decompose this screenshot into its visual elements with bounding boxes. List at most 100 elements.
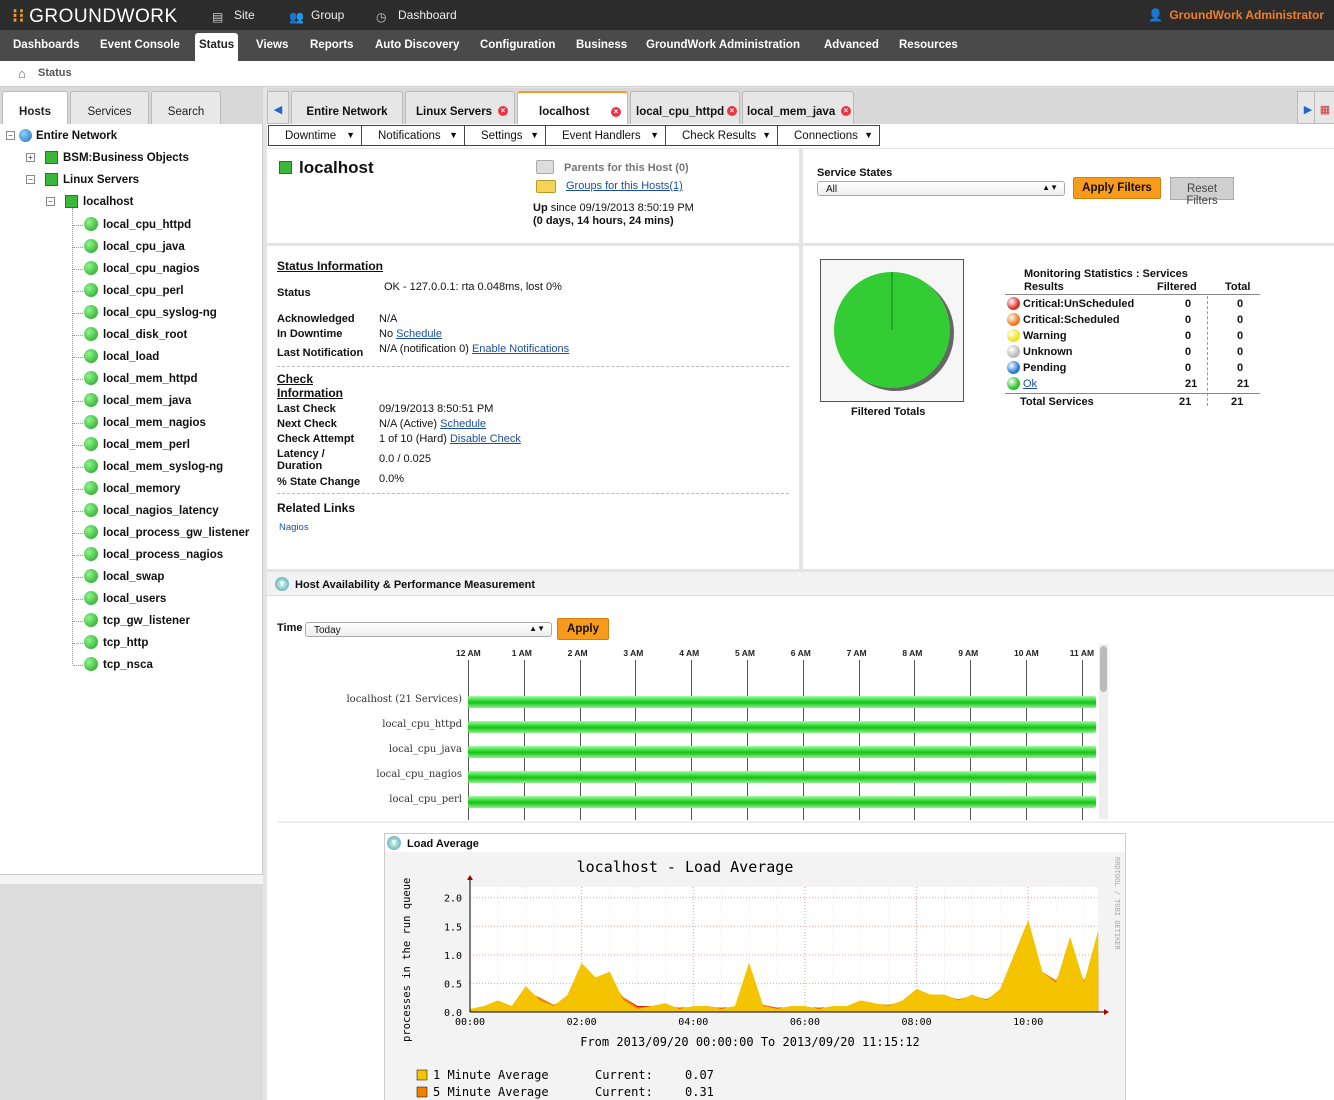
- tree-node-localhost[interactable]: − localhost: [46, 195, 133, 211]
- scroll-thumb[interactable]: [1100, 646, 1107, 692]
- tree-connector: [73, 577, 83, 578]
- tree-node-service[interactable]: local_mem_syslog-ng: [84, 459, 223, 475]
- tree-node-bsm[interactable]: + BSM:Business Objects: [26, 151, 189, 167]
- close-icon[interactable]: ×: [727, 106, 737, 116]
- notifications-dropdown[interactable]: Notifications ▼: [361, 125, 465, 146]
- settings-dropdown[interactable]: Settings ▼: [464, 125, 546, 146]
- tab-services[interactable]: Services: [70, 91, 149, 124]
- tree-node-service[interactable]: local_mem_java: [84, 393, 191, 409]
- user-menu[interactable]: 👤 GroundWork Administrator: [1148, 8, 1324, 22]
- col-filtered: Filtered: [1157, 281, 1197, 293]
- availability-bar[interactable]: [468, 796, 1096, 808]
- tab-entire-network[interactable]: Entire Network: [291, 91, 403, 124]
- tree-node-service[interactable]: local_cpu_java: [84, 239, 185, 255]
- latency-value: 0.0 / 0.025: [379, 453, 431, 465]
- tree-node-service[interactable]: tcp_http: [84, 635, 148, 651]
- timeline-scrollbar[interactable]: [1099, 644, 1108, 819]
- menu-views[interactable]: Views: [256, 39, 288, 51]
- availability-bar[interactable]: [468, 771, 1096, 783]
- check-results-dropdown[interactable]: Check Results ▼: [665, 125, 778, 146]
- caret-down-icon: ▼: [864, 130, 873, 140]
- availability-bar[interactable]: [468, 746, 1096, 758]
- menu-resources[interactable]: Resources: [899, 39, 958, 51]
- collapse-icon[interactable]: −: [6, 131, 15, 140]
- menu-business[interactable]: Business: [576, 39, 627, 51]
- availability-bar[interactable]: [468, 721, 1096, 733]
- collapse-icon[interactable]: −: [26, 175, 35, 184]
- stat-label[interactable]: Ok: [1023, 378, 1037, 390]
- menu-dashboards[interactable]: Dashboards: [13, 39, 79, 51]
- tree-node-service[interactable]: local_cpu_syslog-ng: [84, 305, 217, 321]
- tab-local-cpu-httpd[interactable]: local_cpu_httpd ×: [630, 91, 740, 124]
- tree-node-service[interactable]: local_cpu_perl: [84, 283, 184, 299]
- tree-node-service[interactable]: tcp_gw_listener: [84, 613, 190, 629]
- enable-notifications-link[interactable]: Enable Notifications: [472, 343, 569, 355]
- tabs-prev-arrow[interactable]: ◀: [267, 91, 289, 124]
- tree-node-service[interactable]: local_disk_root: [84, 327, 187, 343]
- menu-configuration[interactable]: Configuration: [480, 39, 555, 51]
- menu-groundwork-administration[interactable]: GroundWork Administration: [646, 39, 800, 51]
- groundwork-logo[interactable]: ⁝⁝ GROUNDWORK: [12, 5, 178, 28]
- top-bar: ⁝⁝ GROUNDWORK ▤ Site 👥 Group ◷ Dashboard 👤 Gr…: [0, 0, 1334, 30]
- group-nav[interactable]: 👥 Group: [289, 8, 344, 24]
- x-tick-label: 04:00: [678, 1017, 708, 1028]
- groups-link[interactable]: Groups for this Hosts(1): [566, 180, 683, 192]
- tree-label: tcp_nsca: [103, 659, 153, 671]
- connections-dropdown[interactable]: Connections ▼: [777, 125, 880, 146]
- tab-search[interactable]: Search: [151, 91, 221, 124]
- tree-node-service[interactable]: local_users: [84, 591, 166, 607]
- tree-label: tcp_http: [103, 637, 149, 649]
- tab-linux-servers[interactable]: Linux Servers ×: [405, 91, 515, 124]
- tree-node-service[interactable]: local_cpu_nagios: [84, 261, 200, 277]
- disable-check-link[interactable]: Disable Check: [450, 433, 521, 445]
- site-nav[interactable]: ▤ Site: [212, 8, 255, 24]
- nagios-link[interactable]: Nagios: [279, 522, 309, 533]
- availability-bar[interactable]: [468, 696, 1096, 708]
- tree-node-service[interactable]: local_mem_httpd: [84, 371, 198, 387]
- tree-node-service[interactable]: local_process_nagios: [84, 547, 223, 563]
- tree-node-service[interactable]: local_memory: [84, 481, 180, 497]
- close-icon[interactable]: ×: [498, 106, 508, 116]
- close-icon[interactable]: ×: [841, 106, 851, 116]
- tree-node-service[interactable]: local_mem_perl: [84, 437, 190, 453]
- tab-list-icon[interactable]: ▦: [1314, 91, 1334, 124]
- tree-node-service[interactable]: tcp_nsca: [84, 657, 153, 673]
- tab-local-mem-java[interactable]: local_mem_java ×: [742, 91, 854, 124]
- schedule-downtime-link[interactable]: Schedule: [396, 328, 442, 340]
- collapse-icon[interactable]: ▼: [387, 836, 401, 850]
- tree-node-service[interactable]: local_process_gw_listener: [84, 525, 249, 541]
- service-states-select[interactable]: All ▲▼: [817, 181, 1065, 196]
- tree-node-service[interactable]: local_cpu_httpd: [84, 217, 191, 233]
- collapse-icon[interactable]: ▼: [275, 577, 289, 591]
- menu-reports[interactable]: Reports: [310, 39, 353, 51]
- tab-hosts[interactable]: Hosts: [2, 91, 68, 124]
- tree-node-service[interactable]: local_nagios_latency: [84, 503, 219, 519]
- tree-connector: [73, 599, 83, 600]
- tab-localhost[interactable]: localhost ×: [517, 91, 628, 124]
- tree-label: tcp_gw_listener: [103, 615, 190, 627]
- close-icon[interactable]: ×: [611, 107, 621, 117]
- event-handlers-dropdown[interactable]: Event Handlers ▼: [545, 125, 666, 146]
- host-tree: − Entire Network + BSM:Business Objects − L…: [0, 124, 263, 874]
- tree-node-service[interactable]: local_swap: [84, 569, 164, 585]
- menu-status[interactable]: Status: [195, 33, 239, 61]
- schedule-check-link[interactable]: Schedule: [440, 418, 486, 430]
- hour-label: 5 AM: [735, 648, 755, 658]
- reset-filters-button[interactable]: Reset Filters: [1170, 177, 1234, 207]
- menu-advanced[interactable]: Advanced: [824, 39, 879, 51]
- tree-node-service[interactable]: local_load: [84, 349, 159, 365]
- menu-event-console[interactable]: Event Console: [100, 39, 180, 51]
- downtime-dropdown[interactable]: Downtime ▼: [268, 125, 362, 146]
- expand-icon[interactable]: +: [26, 153, 35, 162]
- tree-node-entire-network[interactable]: − Entire Network: [6, 129, 117, 145]
- home-icon[interactable]: ⌂: [18, 66, 26, 81]
- apply-time-button[interactable]: Apply: [557, 618, 609, 640]
- dashboard-nav[interactable]: ◷ Dashboard: [376, 8, 457, 24]
- apply-filters-button[interactable]: Apply Filters: [1073, 177, 1161, 199]
- collapse-icon[interactable]: −: [46, 197, 55, 206]
- menu-auto-discovery[interactable]: Auto Discovery: [375, 39, 459, 51]
- in-downtime-label: In Downtime: [277, 328, 343, 340]
- tree-node-service[interactable]: local_mem_nagios: [84, 415, 206, 431]
- tree-node-linux-servers[interactable]: − Linux Servers: [26, 173, 139, 189]
- time-select[interactable]: Today ▲▼: [305, 622, 552, 637]
